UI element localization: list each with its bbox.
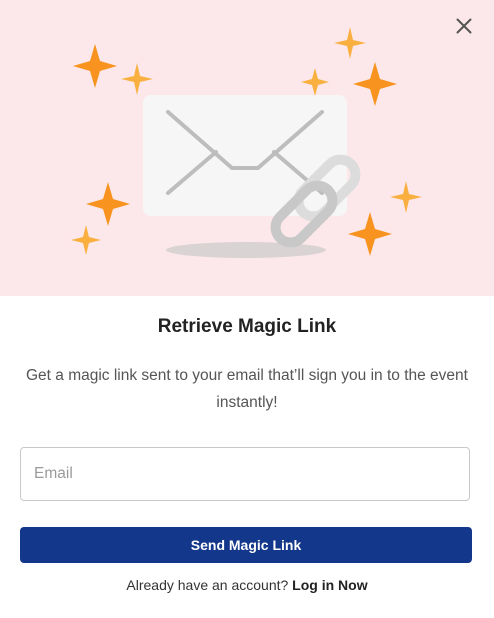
sparkle-icon — [71, 225, 101, 255]
magic-link-modal: Retrieve Magic Link Get a magic link sen… — [0, 0, 494, 618]
sparkle-icon — [121, 63, 153, 95]
hero-illustration — [0, 0, 494, 296]
login-prompt-row: Already have an account? Log in Now — [0, 577, 494, 593]
email-field[interactable] — [20, 447, 470, 501]
illustration-canvas — [71, 27, 422, 258]
sparkle-icon — [353, 62, 397, 106]
sparkle-icon — [348, 212, 392, 256]
login-prompt-text: Already have an account? — [126, 577, 289, 593]
envelope-icon — [143, 95, 347, 216]
close-button[interactable] — [452, 14, 476, 38]
sparkle-icon — [301, 68, 329, 96]
envelope-shadow — [166, 242, 326, 258]
sparkle-icon — [390, 181, 422, 213]
login-link[interactable]: Log in Now — [292, 577, 367, 593]
sparkle-icon — [334, 27, 366, 59]
sparkle-icon — [86, 182, 130, 226]
modal-subtitle: Get a magic link sent to your email that… — [26, 367, 468, 411]
send-magic-link-button[interactable]: Send Magic Link — [20, 527, 472, 563]
sparkle-icon — [73, 44, 117, 88]
close-icon — [456, 18, 472, 34]
modal-title: Retrieve Magic Link — [157, 316, 337, 337]
